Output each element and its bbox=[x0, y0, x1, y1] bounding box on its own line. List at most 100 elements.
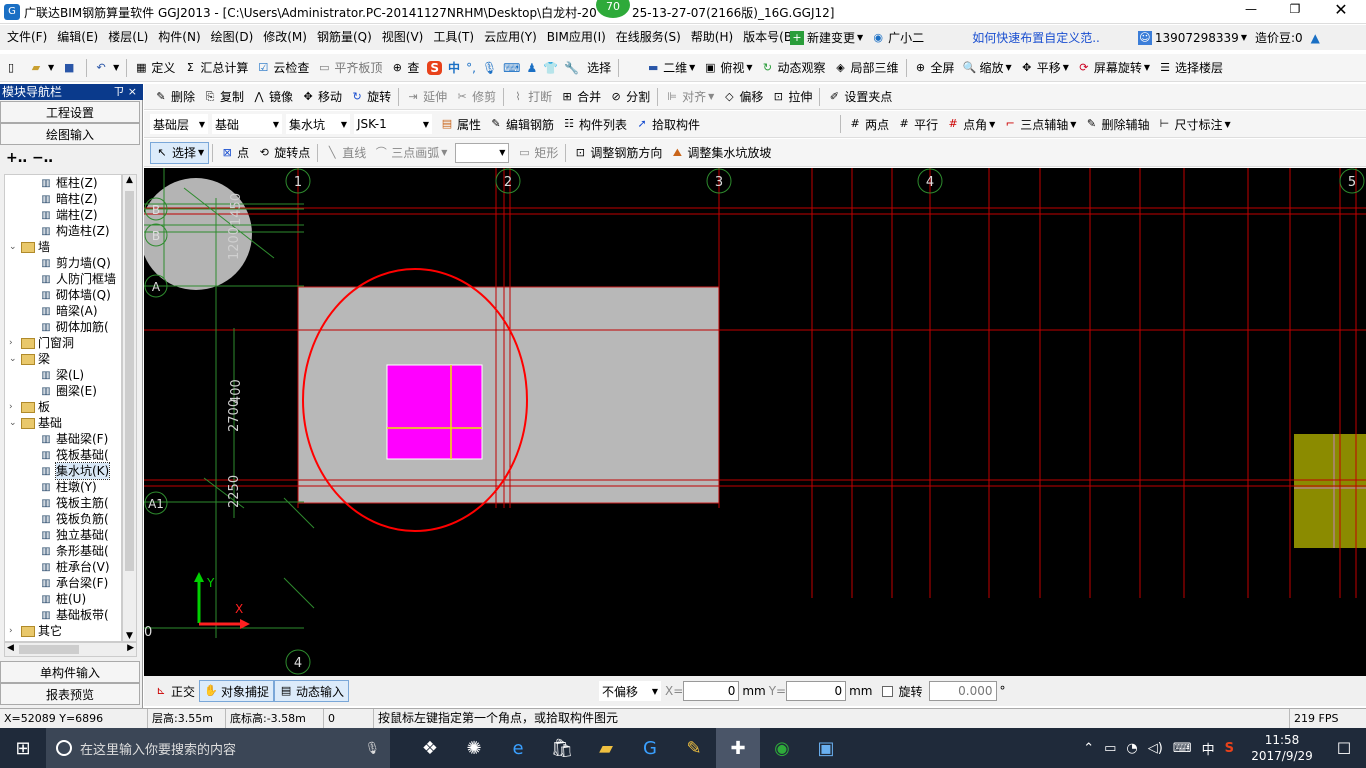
tree-folder[interactable]: ⌄ 梁 bbox=[5, 351, 121, 367]
collapse-icon[interactable]: ⌄ bbox=[9, 415, 21, 431]
tree-item[interactable]: ▥ 端柱(Z) bbox=[5, 207, 121, 223]
keyboard-icon[interactable]: ⌨ bbox=[1173, 741, 1192, 756]
adjust-pit-slope-button[interactable]: ⛰ 调整集水坑放坡 bbox=[666, 142, 775, 164]
offset-button[interactable]: ◇ 偏移 bbox=[718, 86, 767, 108]
active-app-icon[interactable]: ✚ bbox=[716, 728, 760, 768]
bell-icon[interactable]: ▲ bbox=[1307, 27, 1324, 49]
type-select[interactable]: 基础 ▼ bbox=[212, 114, 282, 134]
tree-item[interactable]: ▥ 筏板主筋( bbox=[5, 495, 121, 511]
rotate-button[interactable]: ↻ 旋转 bbox=[346, 86, 395, 108]
point-angle-button[interactable]: # 点角 ▼ bbox=[942, 113, 999, 135]
tree-folder[interactable]: › 门窗洞 bbox=[5, 335, 121, 351]
chevron-up-icon[interactable]: ⌃ bbox=[1083, 741, 1094, 756]
view-2d-button[interactable]: ▬ 二维 ▼ bbox=[642, 57, 699, 79]
app-icon-1[interactable]: ✺ bbox=[452, 728, 496, 768]
select-mode-button[interactable]: 选择 bbox=[583, 57, 615, 79]
select-floor-button[interactable]: ☰ 选择楼层 bbox=[1154, 57, 1227, 79]
clock[interactable]: 11:58 2017/9/29 bbox=[1242, 732, 1322, 764]
rotate-point-button[interactable]: ⟲ 旋转点 bbox=[253, 142, 314, 164]
ortho-toggle[interactable]: ⊾ 正交 bbox=[150, 680, 199, 702]
delete-axis-button[interactable]: ✎ 删除辅轴 bbox=[1080, 113, 1153, 135]
store-icon[interactable]: 🛍 bbox=[540, 728, 584, 768]
volume-icon[interactable]: ◁) bbox=[1148, 741, 1163, 756]
notification-badge[interactable]: 70 bbox=[596, 0, 630, 18]
move-button[interactable]: ✥ 移动 bbox=[297, 86, 346, 108]
tree-item[interactable]: ▥ 桩(U) bbox=[5, 591, 121, 607]
drawing-svg[interactable]: 12345 BBAA1 4 1200 1450 2700 400 2250 0 … bbox=[144, 168, 1366, 676]
cost-beans[interactable]: 造价豆:0 bbox=[1251, 27, 1307, 49]
extend-button[interactable]: ⇥ 延伸 bbox=[402, 86, 451, 108]
scroll-up-icon[interactable]: ▲ bbox=[123, 175, 136, 185]
tree-item[interactable]: ▥ 砌体加筋( bbox=[5, 319, 121, 335]
report-preview-button[interactable]: 报表预览 bbox=[0, 683, 140, 705]
account-button[interactable]: ☺ 13907298339 ▼ bbox=[1134, 27, 1251, 49]
collapse-icon[interactable]: ⌄ bbox=[9, 239, 21, 255]
single-component-input-button[interactable]: 单构件输入 bbox=[0, 661, 140, 683]
undo-button[interactable]: ↶ ▼ bbox=[90, 57, 123, 79]
x-offset-input[interactable]: 0 bbox=[683, 681, 740, 701]
floor-select[interactable]: 基础层 ▼ bbox=[150, 114, 208, 134]
menu-item[interactable]: 修改(M) bbox=[258, 25, 312, 50]
project-settings-button[interactable]: 工程设置 bbox=[0, 101, 140, 123]
menu-item[interactable]: 视图(V) bbox=[377, 25, 429, 50]
break-button[interactable]: ⌇ 打断 bbox=[507, 86, 556, 108]
new-file-button[interactable]: ▯ bbox=[0, 57, 25, 79]
zoom-button[interactable]: 🔍 缩放 ▼ bbox=[959, 57, 1016, 79]
menu-item[interactable]: 构件(N) bbox=[153, 25, 205, 50]
tree-folder[interactable]: ⌄ 墙 bbox=[5, 239, 121, 255]
ime-toolbar[interactable]: S 中 °, 🎙 ⌨ ♟ 👕 🔧 bbox=[423, 57, 583, 79]
windows-start-icon[interactable]: ⊞ bbox=[0, 728, 46, 768]
dimension-button[interactable]: ⊢ 尺寸标注 ▼ bbox=[1153, 113, 1234, 135]
scroll-left-icon[interactable]: ◀ bbox=[7, 643, 14, 653]
drawing-input-button[interactable]: 绘图输入 bbox=[0, 123, 140, 145]
top-view-button[interactable]: ▣ 俯视 ▼ bbox=[699, 57, 756, 79]
scroll-thumb[interactable] bbox=[125, 191, 134, 571]
close-button[interactable]: ✕ bbox=[1326, 0, 1356, 19]
merge-button[interactable]: ⊞ 合并 bbox=[556, 86, 605, 108]
tree-item[interactable]: ▥ 承台梁(F) bbox=[5, 575, 121, 591]
maximize-button[interactable]: ❐ bbox=[1280, 2, 1310, 16]
delete-button[interactable]: ✎ 删除 bbox=[150, 86, 199, 108]
menu-item[interactable]: 工具(T) bbox=[428, 25, 479, 50]
pan-button[interactable]: ✥ 平移 ▼ bbox=[1016, 57, 1073, 79]
tip-link[interactable]: 如何快速布置自定义范.. bbox=[968, 27, 1104, 49]
assistant-button[interactable]: ◉ 广小二 bbox=[867, 27, 928, 49]
scroll-down-icon[interactable]: ▼ bbox=[123, 631, 136, 641]
cloud-check-button[interactable]: ☑ 云检查 bbox=[252, 57, 313, 79]
collapse-icon[interactable]: ⌄ bbox=[9, 351, 21, 367]
tree-item[interactable]: ▥ 基础板带( bbox=[5, 607, 121, 623]
parallel-axis-button[interactable]: # 平行 bbox=[893, 113, 942, 135]
tree-item[interactable]: ▥ 条形基础( bbox=[5, 543, 121, 559]
glodon-icon[interactable]: G bbox=[628, 728, 672, 768]
find-button[interactable]: ⊕ 查 bbox=[386, 57, 423, 79]
taskbar-search[interactable]: 在这里输入你要搜索的内容 🎙 bbox=[46, 728, 390, 768]
sump-pit-jsk1[interactable] bbox=[386, 364, 483, 460]
edit-rebar-button[interactable]: ✎ 编辑钢筋 bbox=[485, 113, 558, 135]
open-file-button[interactable]: ▰ ▼ bbox=[25, 57, 58, 79]
category-select[interactable]: 集水坑 ▼ bbox=[286, 114, 350, 134]
dynamic-input-toggle[interactable]: ▤ 动态输入 bbox=[274, 680, 350, 702]
y-offset-input[interactable]: 0 bbox=[786, 681, 847, 701]
copy-button[interactable]: ⎘ 复制 bbox=[199, 86, 248, 108]
tree-folder[interactable]: ⌄ 基础 bbox=[5, 415, 121, 431]
menu-item[interactable]: 编辑(E) bbox=[52, 25, 103, 50]
tree-hscroll[interactable]: ◀ ▶ bbox=[4, 642, 137, 657]
hscroll-thumb[interactable] bbox=[19, 645, 79, 654]
align-button[interactable]: ⊫ 对齐 ▼ bbox=[661, 86, 718, 108]
tree-vscroll[interactable]: ▲ ▼ bbox=[122, 174, 137, 642]
object-snap-toggle[interactable]: ✋ 对象捕捉 bbox=[199, 680, 275, 702]
screen-rotate-button[interactable]: ⟳ 屏幕旋转 ▼ bbox=[1073, 57, 1154, 79]
define-button[interactable]: ▦ 定义 bbox=[130, 57, 179, 79]
notification-center-icon[interactable]: ☐ bbox=[1322, 728, 1366, 768]
tree-item[interactable]: ▥ 人防门框墙 bbox=[5, 271, 121, 287]
expand-icon[interactable]: › bbox=[9, 399, 21, 415]
sogou-tray-icon[interactable]: S bbox=[1225, 741, 1234, 756]
line-button[interactable]: ╲ 直线 bbox=[321, 142, 370, 164]
pick-component-button[interactable]: ➚ 拾取构件 bbox=[631, 113, 704, 135]
tree-item[interactable]: ▥ 集水坑(K) bbox=[5, 462, 121, 480]
minimize-button[interactable]: — bbox=[1236, 2, 1266, 16]
scroll-right-icon[interactable]: ▶ bbox=[127, 643, 134, 653]
tree-item[interactable]: ▥ 独立基础( bbox=[5, 527, 121, 543]
two-point-axis-button[interactable]: # 两点 bbox=[844, 113, 893, 135]
menu-item[interactable]: 钢筋量(Q) bbox=[312, 25, 377, 50]
